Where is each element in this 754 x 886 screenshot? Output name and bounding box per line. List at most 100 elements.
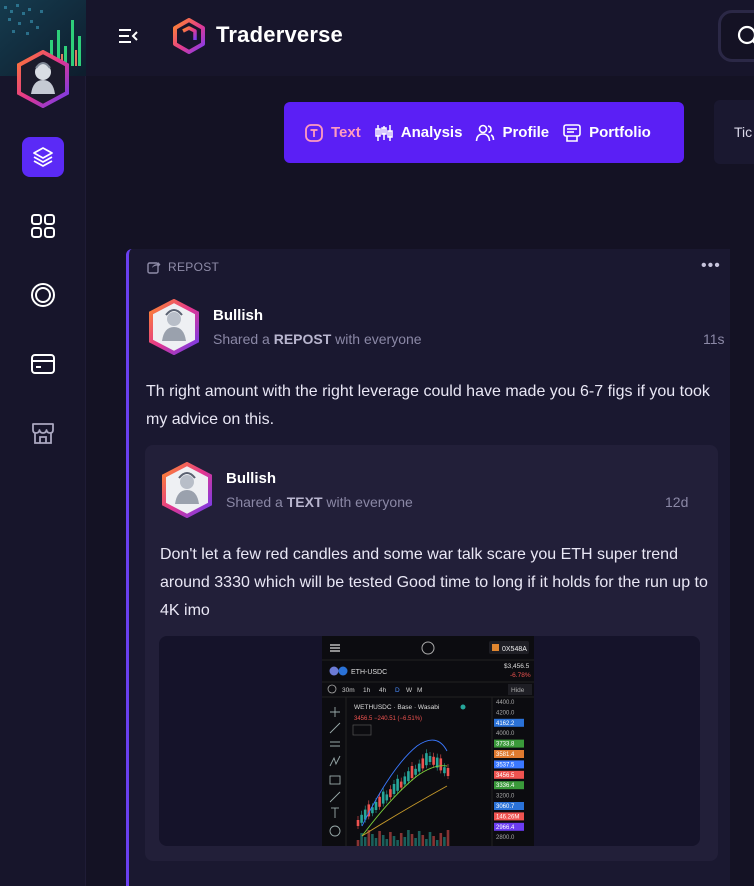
chart-hide-toggle: Hide [511,687,525,694]
volume-bar [414,838,417,846]
collapse-menu-button[interactable] [116,24,140,48]
volume-bar [421,835,425,846]
search-icon [737,25,754,45]
card-icon [31,354,55,374]
candle-body [381,791,385,804]
sidebar-item-wallet[interactable] [22,344,64,384]
price-axis-label: 4162.2 [496,721,515,727]
chart-screenshot-svg: 0X548A ETH-USDC $3,456.5 -6.78% 30m 1h 4h D… [322,636,534,846]
share-prefix: Shared a [213,331,274,347]
tab-text[interactable]: Text [304,123,361,143]
tab-portfolio[interactable]: Portfolio [562,123,651,143]
circle-icon [31,283,55,307]
shop-icon [32,423,54,444]
volume-bar [425,839,428,846]
volume-bar [410,834,414,846]
volume-bar [374,838,378,846]
sidebar-item-explore[interactable] [22,275,64,315]
candle-body [403,776,407,785]
share-icon [147,262,161,274]
price-axis-label: 3336.4 [496,783,515,789]
volume-bar [389,832,392,846]
portfolio-icon [563,123,581,142]
candle-body [410,766,414,778]
post-type-tabs: Text Analysis Profile Portfolio [284,102,684,163]
volume-bar [381,835,385,846]
timeframe-option: D [395,687,400,694]
volume-bar [407,830,410,846]
volume-bar [371,834,374,846]
candle-body [425,753,428,766]
search-button[interactable] [718,10,754,62]
quoted-avatar[interactable] [161,461,213,519]
candle-body [443,767,446,774]
sidebar-item-feed[interactable] [22,137,64,177]
sidebar [0,0,86,886]
grid-icon [31,214,55,238]
sidebar-item-store[interactable] [22,413,64,453]
users-icon [476,124,495,141]
attached-image[interactable]: 0X548A ETH-USDC $3,456.5 -6.78% 30m 1h 4h D… [159,636,700,846]
candle-body [421,758,425,769]
candle-body [439,758,443,771]
more-icon: ••• [701,257,721,274]
menu-collapse-icon [119,29,138,43]
candle-body [396,778,399,791]
candle-body [432,756,435,765]
price-axis-label: 146.26M [496,814,519,820]
candle-body [392,784,396,794]
app-title: Traderverse [216,22,343,47]
price-axis-label: 4400.0 [496,700,515,706]
tab-analysis[interactable]: Analysis [374,123,463,143]
candle-body [389,789,392,798]
tab-analysis-label: Analysis [400,124,463,141]
candle-body [378,796,381,807]
repost-tag: REPOST [147,260,219,274]
quoted-timestamp: 12d [665,494,689,510]
candle-body [407,771,410,782]
candle-body [446,768,450,776]
volume-bar [443,837,446,846]
quoted-share-type: TEXT [286,494,323,510]
candle-body [399,781,403,788]
candles-icon [374,124,393,141]
price-axis-label: 2800.0 [496,835,515,841]
quoted-username[interactable]: Bullish [226,470,276,487]
volume-bar [435,840,439,846]
timeframe-option: M [417,687,422,694]
chart-pair: ETH-USDC [351,669,387,676]
profile-avatar[interactable] [16,49,70,109]
sidebar-item-apps[interactable] [22,206,64,246]
more-options-button[interactable]: ••• [701,257,721,275]
volume-bar [439,833,443,846]
price-axis-label: 3200.0 [496,794,515,800]
post-username[interactable]: Bullish [213,307,263,324]
repost-card: REPOST ••• Bullish Shared a REPOST with … [126,249,730,886]
price-axis-label: 3456.5 [496,773,515,779]
price-axis-label: 3537.5 [496,762,515,768]
chart-account: 0X548A [502,646,527,653]
layers-icon [33,147,53,167]
avatar[interactable] [148,298,200,356]
price-axis-label: 4200.0 [496,710,515,716]
chart-screenshot: 0X548A ETH-USDC $3,456.5 -6.78% 30m 1h 4h D… [322,636,534,846]
timeframe-option: 30m [342,687,355,694]
volume-bar [392,836,396,846]
volume-bar [363,837,367,846]
traderverse-logo [172,18,206,54]
share-type: REPOST [273,331,332,347]
tab-profile-label: Profile [502,124,550,141]
timeframe-option: W [406,687,413,694]
post-share-meta: Shared a REPOST with everyone [213,331,422,347]
price-axis-label: 3581.4 [496,752,515,758]
quoted-body: Don't let a few red candles and some war… [160,546,708,619]
quoted-post[interactable]: Bullish Shared a TEXT with everyone 12d … [145,445,718,861]
price-axis-label: 4000.0 [496,731,515,737]
volume-bar [356,840,360,846]
volume-bar [428,832,432,846]
volume-bar [378,831,381,846]
ticker-card[interactable]: Tic [714,100,754,164]
tab-profile[interactable]: Profile [475,123,549,143]
volume-bar [403,837,407,846]
chart-change: -6.78% [510,672,531,679]
